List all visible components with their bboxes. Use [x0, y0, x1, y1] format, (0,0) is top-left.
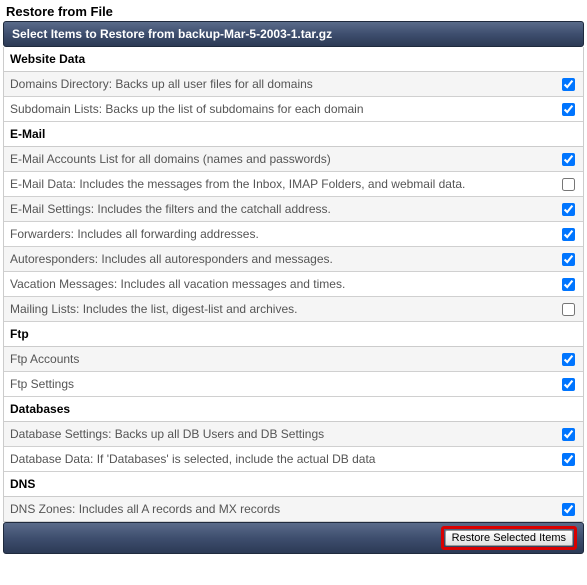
button-bar: Restore Selected Items — [3, 522, 584, 554]
restore-item-checkbox[interactable] — [562, 103, 575, 116]
section-header: E-Mail — [4, 122, 583, 147]
restore-item-row: E-Mail Settings: Includes the filters an… — [4, 197, 583, 222]
restore-item-label: Autoresponders: Includes all autorespond… — [10, 252, 562, 266]
restore-item-checkbox[interactable] — [562, 303, 575, 316]
restore-item-row: Domains Directory: Backs up all user fil… — [4, 72, 583, 97]
restore-item-row: Forwarders: Includes all forwarding addr… — [4, 222, 583, 247]
restore-item-label: Domains Directory: Backs up all user fil… — [10, 77, 562, 91]
section-header: DNS — [4, 472, 583, 497]
restore-item-label: DNS Zones: Includes all A records and MX… — [10, 502, 562, 516]
restore-item-checkbox[interactable] — [562, 203, 575, 216]
section-header: Website Data — [4, 47, 583, 72]
restore-item-row: Subdomain Lists: Backs up the list of su… — [4, 97, 583, 122]
restore-item-row: DNS Zones: Includes all A records and MX… — [4, 497, 583, 522]
restore-item-label: Ftp Settings — [10, 377, 562, 391]
restore-item-checkbox[interactable] — [562, 428, 575, 441]
restore-item-row: Ftp Settings — [4, 372, 583, 397]
restore-item-checkbox[interactable] — [562, 153, 575, 166]
restore-item-label: Database Settings: Backs up all DB Users… — [10, 427, 562, 441]
restore-item-label: Ftp Accounts — [10, 352, 562, 366]
restore-selected-items-button[interactable]: Restore Selected Items — [445, 530, 573, 546]
restore-item-checkbox[interactable] — [562, 178, 575, 191]
restore-item-label: E-Mail Settings: Includes the filters an… — [10, 202, 562, 216]
restore-item-checkbox[interactable] — [562, 253, 575, 266]
restore-item-checkbox[interactable] — [562, 278, 575, 291]
restore-item-label: Forwarders: Includes all forwarding addr… — [10, 227, 562, 241]
restore-item-label: Vacation Messages: Includes all vacation… — [10, 277, 562, 291]
section-header: Ftp — [4, 322, 583, 347]
restore-item-checkbox[interactable] — [562, 378, 575, 391]
restore-item-row: E-Mail Data: Includes the messages from … — [4, 172, 583, 197]
page-title: Restore from File — [0, 0, 587, 21]
restore-item-row: Database Data: If 'Databases' is selecte… — [4, 447, 583, 472]
restore-item-label: Mailing Lists: Includes the list, digest… — [10, 302, 562, 316]
banner-select-items: Select Items to Restore from backup-Mar-… — [3, 21, 584, 47]
restore-item-checkbox[interactable] — [562, 503, 575, 516]
restore-item-label: Subdomain Lists: Backs up the list of su… — [10, 102, 562, 116]
restore-item-checkbox[interactable] — [562, 353, 575, 366]
restore-item-label: E-Mail Data: Includes the messages from … — [10, 177, 562, 191]
restore-item-checkbox[interactable] — [562, 78, 575, 91]
restore-item-row: Autoresponders: Includes all autorespond… — [4, 247, 583, 272]
restore-item-label: Database Data: If 'Databases' is selecte… — [10, 452, 562, 466]
restore-item-row: Ftp Accounts — [4, 347, 583, 372]
restore-item-label: E-Mail Accounts List for all domains (na… — [10, 152, 562, 166]
highlight-restore-button: Restore Selected Items — [441, 526, 577, 550]
restore-item-row: Database Settings: Backs up all DB Users… — [4, 422, 583, 447]
restore-item-row: Vacation Messages: Includes all vacation… — [4, 272, 583, 297]
section-header: Databases — [4, 397, 583, 422]
restore-item-row: E-Mail Accounts List for all domains (na… — [4, 147, 583, 172]
restore-items-list: Website Data Domains Directory: Backs up … — [3, 47, 584, 522]
restore-item-checkbox[interactable] — [562, 453, 575, 466]
restore-item-row: Mailing Lists: Includes the list, digest… — [4, 297, 583, 322]
restore-item-checkbox[interactable] — [562, 228, 575, 241]
